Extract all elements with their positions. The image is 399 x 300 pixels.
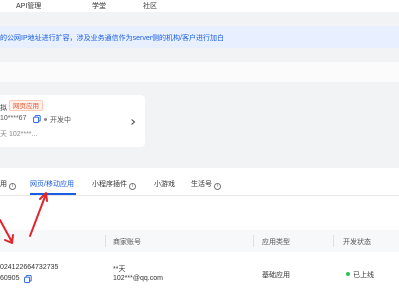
nav-academy[interactable]: 学堂	[92, 1, 106, 11]
online-status-dot	[346, 272, 350, 276]
app-status: 开发中	[50, 117, 71, 124]
row-merchant-name: **天	[113, 266, 126, 273]
section-band	[0, 62, 399, 82]
copy-icon[interactable]	[24, 275, 32, 283]
app-card[interactable]: 拟 网页应用 10****67 开发中 天 102****...	[0, 95, 145, 147]
app-id: 10****67	[0, 115, 27, 122]
row-dev-status: 已上线	[353, 272, 374, 279]
tab-apps[interactable]: 用i	[0, 179, 16, 190]
tab-plugins-label: 小程序插件	[92, 181, 127, 188]
info-icon: i	[214, 183, 221, 190]
tab-life-accounts[interactable]: 生活号 i	[191, 179, 221, 190]
status-dot	[44, 118, 47, 121]
nav-api-management[interactable]: API管理	[16, 1, 41, 11]
column-app-type: 应用类型	[262, 239, 290, 246]
tab-life-label: 生活号	[191, 181, 212, 188]
app-type-tag: 网页应用	[9, 100, 43, 111]
info-icon: i	[9, 183, 16, 190]
app-owner: 天 102****...	[0, 131, 38, 138]
nav-community[interactable]: 社区	[143, 1, 157, 11]
chevron-right-icon[interactable]	[130, 119, 136, 125]
copy-icon[interactable]	[33, 115, 41, 123]
tab-mini-program-plugins[interactable]: 小程序插件 i	[92, 179, 136, 190]
annotation-arrows	[0, 192, 48, 244]
tab-mini-games[interactable]: 小游戏	[154, 179, 175, 189]
column-dev-status: 开发状态	[343, 239, 371, 246]
row-app-id: 024122664732735	[0, 264, 59, 271]
column-separator	[333, 235, 334, 247]
notice-banner: 的公网IP地址进行扩容，涉及业务通信作为server侧的机构/客户进行加白	[0, 26, 399, 48]
row-app-type: 基础应用	[262, 272, 290, 279]
row-merchant-email: 102***@qq.com	[113, 275, 163, 282]
column-merchant-account: 商家账号	[113, 239, 141, 246]
column-separator	[253, 235, 254, 247]
column-separator	[105, 235, 106, 247]
top-nav: API管理 学堂 社区	[0, 0, 399, 12]
app-name-fragment: 拟	[0, 105, 7, 112]
tab-web-mobile-apps[interactable]: 网页/移动应用	[30, 179, 74, 189]
info-icon: i	[129, 183, 136, 190]
tab-apps-label: 用	[0, 181, 7, 188]
notice-text: 的公网IP地址进行扩容，涉及业务通信作为server侧的机构/客户进行加白	[0, 35, 225, 42]
row-app-id-suffix: 60905	[0, 275, 20, 282]
